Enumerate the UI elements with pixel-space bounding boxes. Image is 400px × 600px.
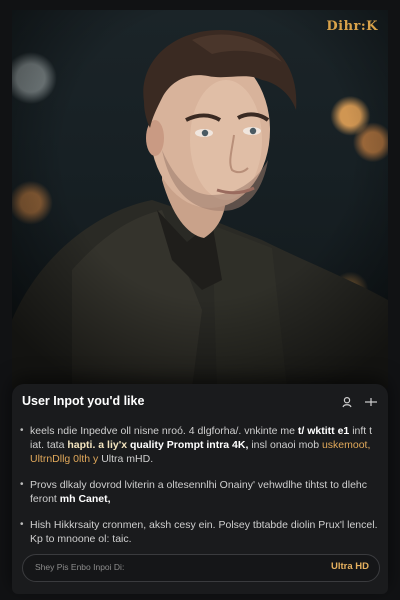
bullet-segment: keels ndie Inpedve oll nisne nroó. 4 dlg… — [30, 425, 298, 437]
card-actions — [340, 395, 378, 409]
prompt-input[interactable]: Shey Pis Enbo Inpoi Di: Ultra HD — [22, 554, 380, 582]
prompt-card: User Inpot you'd like • keels ndie Inped… — [12, 384, 388, 594]
bullet-text: Provs dlkaly dovrod lviterin a oltesennl… — [30, 478, 378, 506]
bullet-segment: Ultra mHD. — [101, 453, 154, 465]
bullet-text: keels ndie Inpedve oll nisne nroó. 4 dlg… — [30, 424, 378, 466]
bullet-list: • keels ndie Inpedve oll nisne nroó. 4 d… — [20, 424, 378, 558]
bullet-segment: mh Canet, — [59, 493, 111, 505]
ultra-hd-button[interactable]: Ultra HD — [331, 561, 369, 572]
bullet-segment: Hish Hikkrsaity cronmen, aksh cesy ein. … — [30, 519, 378, 545]
app-frame: Dihr:K User Inpot you'd like • keels ndi… — [0, 0, 400, 600]
list-item: • Hish Hikkrsaity cronmen, aksh cesy ein… — [20, 518, 378, 546]
list-item: • keels ndie Inpedve oll nisne nroó. 4 d… — [20, 424, 378, 466]
bullet-dot: • — [20, 519, 24, 530]
person-icon[interactable] — [340, 395, 354, 409]
card-title: User Inpot you'd like — [22, 394, 145, 408]
portrait-image — [12, 10, 388, 388]
bullet-dot: • — [20, 425, 24, 436]
more-icon[interactable] — [364, 395, 378, 409]
bullet-text: Hish Hikkrsaity cronmen, aksh cesy ein. … — [30, 518, 378, 546]
card-header: User Inpot you'd like — [22, 394, 378, 412]
list-item: • Provs dlkaly dovrod lviterin a oltesen… — [20, 478, 378, 506]
brand-logo: Dihr:K — [326, 19, 378, 34]
bullet-segment: insl onaoi mob — [251, 439, 322, 451]
bullet-segment: t/ wktitt e1 — [297, 425, 353, 437]
input-placeholder: Shey Pis Enbo Inpoi Di: — [35, 562, 125, 572]
bullet-segment: quality Prompt intra 4K, — [129, 439, 252, 451]
bullet-dot: • — [20, 479, 24, 490]
bullet-segment: hapti. a liy'x — [67, 439, 130, 451]
hero-image: Dihr:K — [12, 10, 388, 388]
